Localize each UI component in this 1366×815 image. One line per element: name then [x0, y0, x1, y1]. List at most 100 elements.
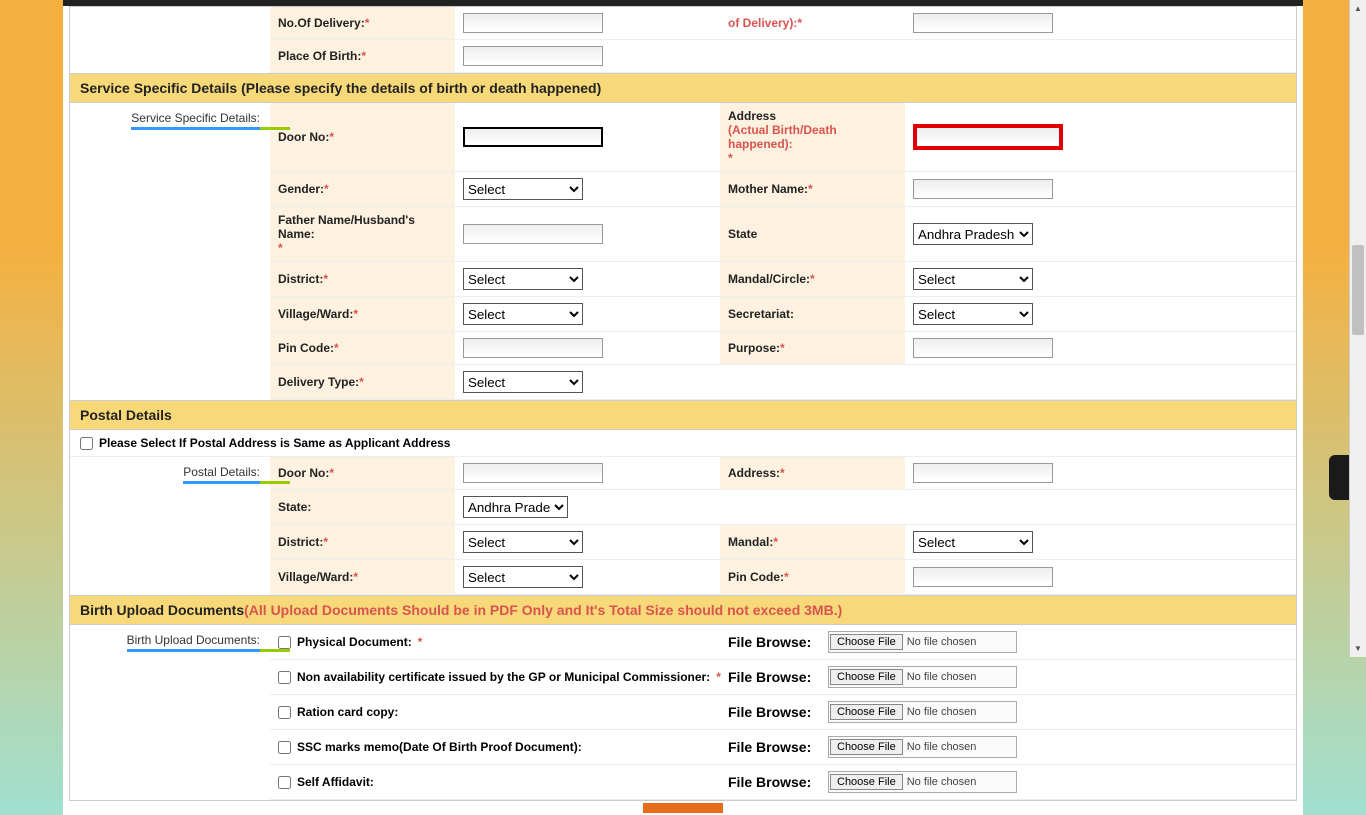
docs-section: Birth Upload Documents: Physical Documen…: [70, 625, 1296, 800]
father-input[interactable]: [463, 224, 603, 244]
of-delivery-label: of Delivery):*: [720, 7, 905, 39]
top-section: No.Of Delivery:* of Delivery):* Place Of…: [70, 7, 1296, 73]
state-label: State: [720, 207, 905, 261]
delivery-type-label: Delivery Type:*: [270, 365, 455, 399]
doc-check: Non availability certificate issued by t…: [278, 670, 728, 684]
doc-row: Ration card copy:File Browse:Choose File…: [270, 695, 1296, 730]
p-mandal-select[interactable]: Select: [913, 531, 1033, 553]
file-input-wrap: Choose File No file chosen: [828, 631, 1288, 653]
file-browse-label: File Browse:: [728, 704, 828, 720]
doc-checkbox[interactable]: [278, 636, 291, 649]
choose-file-button[interactable]: Choose File: [830, 774, 903, 790]
file-status: No file chosen: [907, 671, 1017, 683]
state-select[interactable]: Andhra Pradesh: [913, 223, 1033, 245]
secretariat-select[interactable]: Select: [913, 303, 1033, 325]
choose-file-button[interactable]: Choose File: [830, 739, 903, 755]
p-state-select[interactable]: Andhra Pradesh: [463, 496, 568, 518]
side-tab[interactable]: [1329, 455, 1349, 500]
p-state-label: State:: [270, 490, 455, 524]
district-select[interactable]: Select: [463, 268, 583, 290]
father-label: Father Name/Husband's Name:*: [270, 207, 455, 261]
postal-side-label: Postal Details:: [70, 457, 270, 595]
p-village-select[interactable]: Select: [463, 566, 583, 588]
doc-label: Self Affidavit:: [297, 775, 374, 789]
pincode-input[interactable]: [463, 338, 603, 358]
p-mandal-label: Mandal:*: [720, 525, 905, 559]
doc-checkbox[interactable]: [278, 706, 291, 719]
file-input-wrap: Choose File No file chosen: [828, 701, 1288, 723]
file-input-wrap: Choose File No file chosen: [828, 771, 1288, 793]
pincode-label: Pin Code:*: [270, 332, 455, 364]
postal-header: Postal Details: [70, 400, 1296, 430]
file-status: No file chosen: [907, 741, 1017, 753]
p-village-label: Village/Ward:*: [270, 560, 455, 594]
doc-label: Physical Document:: [297, 635, 412, 649]
choose-file-button[interactable]: Choose File: [830, 634, 903, 650]
district-label: District:*: [270, 262, 455, 296]
scrollbar[interactable]: ▲ ▼: [1349, 0, 1366, 657]
file-status: No file chosen: [907, 706, 1017, 718]
p-door-label: Door No:*: [270, 457, 455, 489]
submit-button[interactable]: [643, 803, 723, 813]
purpose-input[interactable]: [913, 338, 1053, 358]
of-delivery-input[interactable]: [913, 13, 1053, 33]
door-no-label: Door No:*: [270, 103, 455, 171]
bottom-bar: [63, 801, 1303, 815]
mother-label: Mother Name:*: [720, 172, 905, 206]
service-side-label: Service Specific Details:: [70, 103, 270, 400]
doc-check: Ration card copy:: [278, 705, 728, 719]
p-district-label: District:*: [270, 525, 455, 559]
file-browse-label: File Browse:: [728, 634, 828, 650]
doc-checkbox[interactable]: [278, 776, 291, 789]
doc-check: Self Affidavit:: [278, 775, 728, 789]
service-section: Service Specific Details: Door No:* Addr…: [70, 103, 1296, 400]
file-status: No file chosen: [907, 776, 1017, 788]
door-no-input[interactable]: [463, 127, 603, 147]
docs-header: Birth Upload Documents(All Upload Docume…: [70, 595, 1296, 625]
form-container: No.Of Delivery:* of Delivery):* Place Of…: [69, 6, 1297, 801]
docs-side-label: Birth Upload Documents:: [70, 625, 270, 800]
delivery-type-select[interactable]: Select: [463, 371, 583, 393]
doc-row: SSC marks memo(Date Of Birth Proof Docum…: [270, 730, 1296, 765]
p-address-label: Address:*: [720, 457, 905, 489]
place-birth-input[interactable]: [463, 46, 603, 66]
file-input-wrap: Choose File No file chosen: [828, 666, 1288, 688]
doc-label: Non availability certificate issued by t…: [297, 670, 710, 684]
file-status: No file chosen: [907, 636, 1017, 648]
mother-input[interactable]: [913, 179, 1053, 199]
secretariat-label: Secretariat:: [720, 297, 905, 331]
p-pin-label: Pin Code:*: [720, 560, 905, 594]
doc-check: SSC marks memo(Date Of Birth Proof Docum…: [278, 740, 728, 754]
scroll-down-icon[interactable]: ▼: [1350, 640, 1366, 657]
choose-file-button[interactable]: Choose File: [830, 669, 903, 685]
doc-row: Physical Document:*File Browse:Choose Fi…: [270, 625, 1296, 660]
gender-select[interactable]: Select: [463, 178, 583, 200]
village-label: Village/Ward:*: [270, 297, 455, 331]
p-door-input[interactable]: [463, 463, 603, 483]
p-address-input[interactable]: [913, 463, 1053, 483]
no-delivery-label: No.Of Delivery:*: [270, 7, 455, 39]
postal-same-label: Please Select If Postal Address is Same …: [99, 436, 450, 450]
file-browse-label: File Browse:: [728, 774, 828, 790]
no-delivery-input[interactable]: [463, 13, 603, 33]
scroll-up-icon[interactable]: ▲: [1350, 0, 1366, 17]
file-browse-label: File Browse:: [728, 669, 828, 685]
p-pin-input[interactable]: [913, 567, 1053, 587]
mandal-select[interactable]: Select: [913, 268, 1033, 290]
postal-same-checkbox[interactable]: [80, 437, 93, 450]
address-input[interactable]: [913, 124, 1063, 150]
top-side-spacer: [70, 7, 270, 73]
scroll-thumb[interactable]: [1352, 245, 1364, 335]
p-district-select[interactable]: Select: [463, 531, 583, 553]
gender-label: Gender:*: [270, 172, 455, 206]
mandal-label: Mandal/Circle:*: [720, 262, 905, 296]
doc-checkbox[interactable]: [278, 741, 291, 754]
choose-file-button[interactable]: Choose File: [830, 704, 903, 720]
doc-checkbox[interactable]: [278, 671, 291, 684]
place-birth-label: Place Of Birth:*: [270, 40, 455, 72]
postal-same-check-row: Please Select If Postal Address is Same …: [70, 430, 1296, 457]
doc-row: Non availability certificate issued by t…: [270, 660, 1296, 695]
doc-check: Physical Document:*: [278, 635, 728, 649]
postal-section: Postal Details: Door No:* Address:* Stat…: [70, 457, 1296, 595]
village-select[interactable]: Select: [463, 303, 583, 325]
